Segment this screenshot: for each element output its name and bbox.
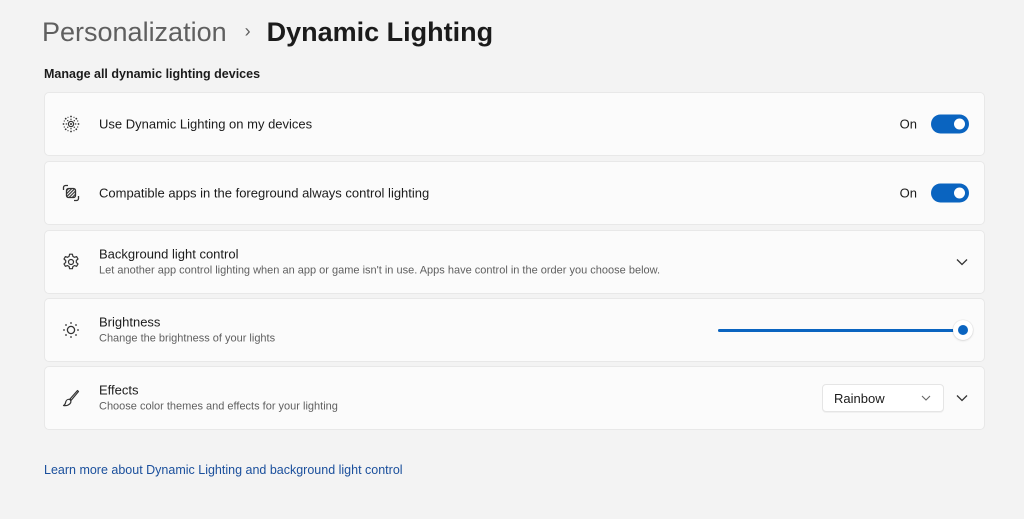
chevron-down-icon [921, 395, 931, 401]
setting-title: Background light control [99, 246, 239, 262]
dynamic-lighting-icon [61, 114, 81, 134]
use-dynamic-lighting-toggle[interactable] [931, 114, 969, 134]
brightness-slider[interactable] [718, 320, 973, 340]
gear-icon [61, 252, 81, 272]
setting-use-dynamic-lighting: Use Dynamic Lighting on my devices On [44, 92, 985, 156]
chevron-down-icon[interactable] [954, 254, 970, 270]
setting-title: Brightness [99, 314, 161, 330]
setting-title: Compatible apps in the foreground always… [99, 185, 430, 201]
breadcrumb-separator-icon: › [244, 21, 251, 41]
apps-overlap-icon [61, 183, 81, 203]
setting-description: Change the brightness of your lights [99, 332, 276, 345]
effects-selected-value: Rainbow [834, 390, 885, 406]
learn-more-link[interactable]: Learn more about Dynamic Lighting and ba… [44, 463, 403, 477]
toggle-state-label: On [899, 116, 917, 132]
setting-brightness: Brightness Change the brightness of your… [44, 298, 985, 362]
dynamic-lighting-page: Personalization › Dynamic Lighting Manag… [0, 0, 1024, 519]
foreground-control-toggle[interactable] [931, 183, 969, 203]
setting-foreground-control: Compatible apps in the foreground always… [44, 161, 985, 225]
expand-effects-chevron-icon[interactable] [954, 390, 970, 406]
setting-description: Let another app control lighting when an… [99, 264, 661, 277]
breadcrumb: Personalization › Dynamic Lighting [42, 14, 493, 50]
toggle-state-label: On [899, 185, 917, 201]
setting-description: Choose color themes and effects for your… [99, 400, 338, 413]
setting-title: Use Dynamic Lighting on my devices [99, 116, 313, 132]
effects-dropdown[interactable]: Rainbow [822, 384, 944, 412]
toggle-knob [954, 118, 965, 130]
breadcrumb-personalization[interactable]: Personalization [42, 14, 227, 50]
page-title: Dynamic Lighting [266, 17, 494, 47]
slider-thumb[interactable] [953, 320, 973, 340]
toggle-knob [954, 187, 965, 199]
sun-icon [61, 320, 81, 340]
setting-background-light-control[interactable]: Background light control Let another app… [44, 230, 985, 294]
setting-title: Effects [99, 382, 139, 398]
paintbrush-icon [61, 388, 81, 408]
section-title: Manage all dynamic lighting devices [44, 67, 261, 81]
slider-fill [718, 329, 963, 332]
setting-effects: Effects Choose color themes and effects … [44, 366, 985, 430]
